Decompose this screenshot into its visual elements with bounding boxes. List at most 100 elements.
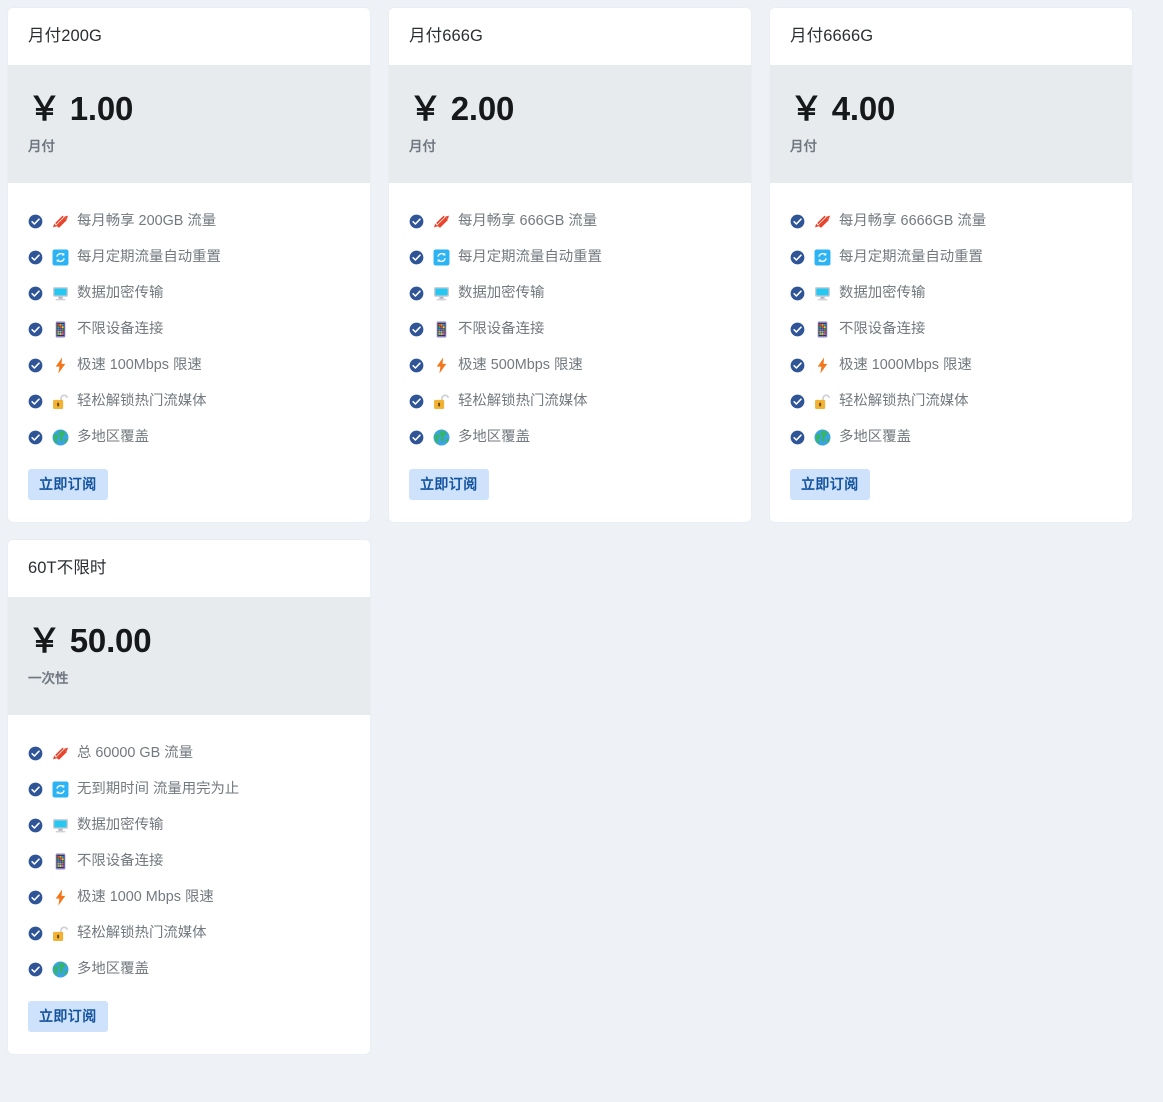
- check-circle-icon: [28, 358, 43, 373]
- candy-icon: [52, 213, 69, 230]
- check-circle-icon: [28, 394, 43, 409]
- unlock-icon: [814, 393, 831, 410]
- feature-label: 每月定期流量自动重置: [458, 249, 602, 266]
- subscribe-button[interactable]: 立即订阅: [28, 468, 108, 500]
- globe-icon: [52, 429, 69, 446]
- feature-label: 轻松解锁热门流媒体: [77, 925, 207, 942]
- unlock-icon: [52, 393, 69, 410]
- plan-price: ￥ 1.00: [28, 89, 134, 127]
- feature-item: 极速 100Mbps 限速: [28, 348, 350, 384]
- plan-price: ￥ 4.00: [790, 89, 896, 127]
- feature-list: 每月畅享 200GB 流量 每月定期流量自动重置 数据加密传输 不限设备连接极速 10…: [8, 183, 370, 460]
- feature-item: 不限设备连接: [28, 312, 350, 348]
- candy-icon: [52, 745, 69, 762]
- feature-label: 不限设备连接: [77, 853, 164, 870]
- feature-item: 总 60000 GB 流量: [28, 736, 350, 772]
- pricing-plans-grid: 月付200G ￥ 1.00 月付 每月畅享 200GB 流量 每月定期流量自动重置 数据加…: [0, 0, 1163, 1054]
- lightning-icon: [52, 889, 69, 906]
- feature-label: 轻松解锁热门流媒体: [77, 393, 207, 410]
- pricing-card: 月付666G ￥ 2.00 月付 每月畅享 666GB 流量 每月定期流量自动重置 数据加…: [389, 8, 751, 522]
- card-header: 60T不限时: [8, 539, 370, 597]
- pricing-card: 月付6666G ￥ 4.00 月付每月畅享 6666GB 流量每月定期流量自动重置数…: [770, 8, 1132, 522]
- globe-icon: [52, 961, 69, 978]
- subscribe-button[interactable]: 立即订阅: [409, 468, 489, 500]
- feature-item: 不限设备连接: [28, 844, 350, 880]
- globe-icon: [433, 429, 450, 446]
- check-circle-icon: [28, 926, 43, 941]
- check-circle-icon: [790, 286, 805, 301]
- feature-item: 轻松解锁热门流媒体: [409, 384, 731, 420]
- check-circle-icon: [409, 286, 424, 301]
- check-circle-icon: [790, 430, 805, 445]
- feature-item: 极速 1000 Mbps 限速: [28, 880, 350, 916]
- feature-label: 轻松解锁热门流媒体: [458, 393, 588, 410]
- plan-price: ￥ 2.00: [409, 89, 515, 127]
- feature-label: 数据加密传输: [458, 285, 545, 302]
- plan-billing-period: 月付: [28, 138, 55, 154]
- feature-item: 数据加密传输: [28, 808, 350, 844]
- refresh-icon: [814, 249, 831, 266]
- check-circle-icon: [790, 214, 805, 229]
- feature-item: 每月畅享 666GB 流量: [409, 204, 731, 240]
- card-header: 月付6666G: [770, 8, 1132, 65]
- feature-label: 无到期时间 流量用完为止: [77, 781, 240, 798]
- check-circle-icon: [28, 286, 43, 301]
- check-circle-icon: [409, 358, 424, 373]
- feature-item: 每月定期流量自动重置: [790, 240, 1112, 276]
- feature-item: 数据加密传输: [790, 276, 1112, 312]
- feature-label: 不限设备连接: [77, 321, 164, 338]
- feature-label: 每月畅享 200GB 流量: [77, 213, 217, 230]
- feature-list: 每月畅享 666GB 流量 每月定期流量自动重置 数据加密传输不限设备连接极速 50…: [389, 183, 751, 460]
- feature-item: 轻松解锁热门流媒体: [28, 916, 350, 952]
- feature-item: 每月定期流量自动重置: [409, 240, 731, 276]
- feature-item: 每月定期流量自动重置: [28, 240, 350, 276]
- globe-icon: [814, 429, 831, 446]
- device-icon: [52, 853, 69, 870]
- feature-label: 多地区覆盖: [77, 429, 149, 446]
- feature-item: 极速 1000Mbps 限速: [790, 348, 1112, 384]
- plan-title: 60T不限时: [28, 558, 107, 577]
- candy-icon: [433, 213, 450, 230]
- device-icon: [52, 321, 69, 338]
- lightning-icon: [433, 357, 450, 374]
- feature-label: 极速 500Mbps 限速: [458, 357, 583, 374]
- feature-label: 每月畅享 6666GB 流量: [839, 213, 987, 230]
- feature-label: 数据加密传输: [77, 285, 164, 302]
- pricing-card: 月付200G ￥ 1.00 月付 每月畅享 200GB 流量 每月定期流量自动重置 数据加…: [8, 8, 370, 522]
- feature-label: 极速 100Mbps 限速: [77, 357, 202, 374]
- check-circle-icon: [28, 214, 43, 229]
- plan-billing-period: 月付: [409, 138, 436, 154]
- card-footer: 立即订阅: [389, 460, 751, 522]
- check-circle-icon: [28, 854, 43, 869]
- check-circle-icon: [790, 250, 805, 265]
- subscribe-button[interactable]: 立即订阅: [790, 468, 870, 500]
- monitor-icon: [52, 817, 69, 834]
- feature-label: 多地区覆盖: [458, 429, 530, 446]
- refresh-icon: [52, 249, 69, 266]
- feature-label: 多地区覆盖: [839, 429, 911, 446]
- feature-item: 多地区覆盖: [790, 420, 1112, 456]
- feature-label: 每月畅享 666GB 流量: [458, 213, 598, 230]
- feature-label: 每月定期流量自动重置: [77, 249, 221, 266]
- feature-item: 每月畅享 6666GB 流量: [790, 204, 1112, 240]
- check-circle-icon: [28, 782, 43, 797]
- candy-icon: [814, 213, 831, 230]
- check-circle-icon: [28, 746, 43, 761]
- check-circle-icon: [790, 394, 805, 409]
- check-circle-icon: [790, 358, 805, 373]
- refresh-icon: [433, 249, 450, 266]
- price-block: ￥ 4.00 月付: [770, 64, 1132, 183]
- feature-list: 每月畅享 6666GB 流量 每月定期流量自动重置 数据加密传输 不限设备连接 极速 1…: [770, 183, 1132, 460]
- subscribe-button[interactable]: 立即订阅: [28, 1000, 108, 1032]
- plan-title: 月付6666G: [790, 27, 874, 45]
- feature-item: 不限设备连接: [409, 312, 731, 348]
- feature-item: 轻松解锁热门流媒体: [790, 384, 1112, 420]
- check-circle-icon: [409, 394, 424, 409]
- feature-list: 总 60000 GB 流量无到期时间 流量用完为止数据加密传输不限设备连接极速 …: [8, 715, 370, 992]
- price-block: ￥ 2.00 月付: [389, 64, 751, 183]
- feature-item: 多地区覆盖: [28, 952, 350, 988]
- monitor-icon: [433, 285, 450, 302]
- feature-item: 多地区覆盖: [28, 420, 350, 456]
- feature-item: 轻松解锁热门流媒体: [28, 384, 350, 420]
- card-footer: 立即订阅: [770, 460, 1132, 522]
